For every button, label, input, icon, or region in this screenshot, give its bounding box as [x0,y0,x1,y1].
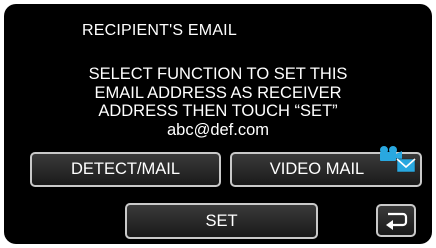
instruction-message: SELECT FUNCTION TO SET THIS EMAIL ADDRES… [4,65,432,139]
page-title: RECIPIENT'S EMAIL [82,22,237,39]
email-address: abc@def.com [166,120,270,139]
back-button[interactable] [376,204,416,237]
detect-mail-button[interactable]: DETECT/MAIL [30,152,221,187]
set-label: SET [205,211,238,230]
email-setup-screen: RECIPIENT'S EMAIL SELECT FUNCTION TO SET… [4,4,432,244]
instruction-line-1: SELECT FUNCTION TO SET THIS [88,65,348,83]
return-arrow-icon [386,212,408,230]
instruction-line-2: EMAIL ADDRESS AS RECEIVER [94,83,342,102]
video-mail-label: VIDEO MAIL [269,160,365,178]
video-mail-icon [380,146,416,173]
detect-mail-label: DETECT/MAIL [70,160,181,178]
instruction-line-3: ADDRESS THEN TOUCH “SET” [98,102,338,120]
set-button[interactable]: SET [125,203,318,239]
